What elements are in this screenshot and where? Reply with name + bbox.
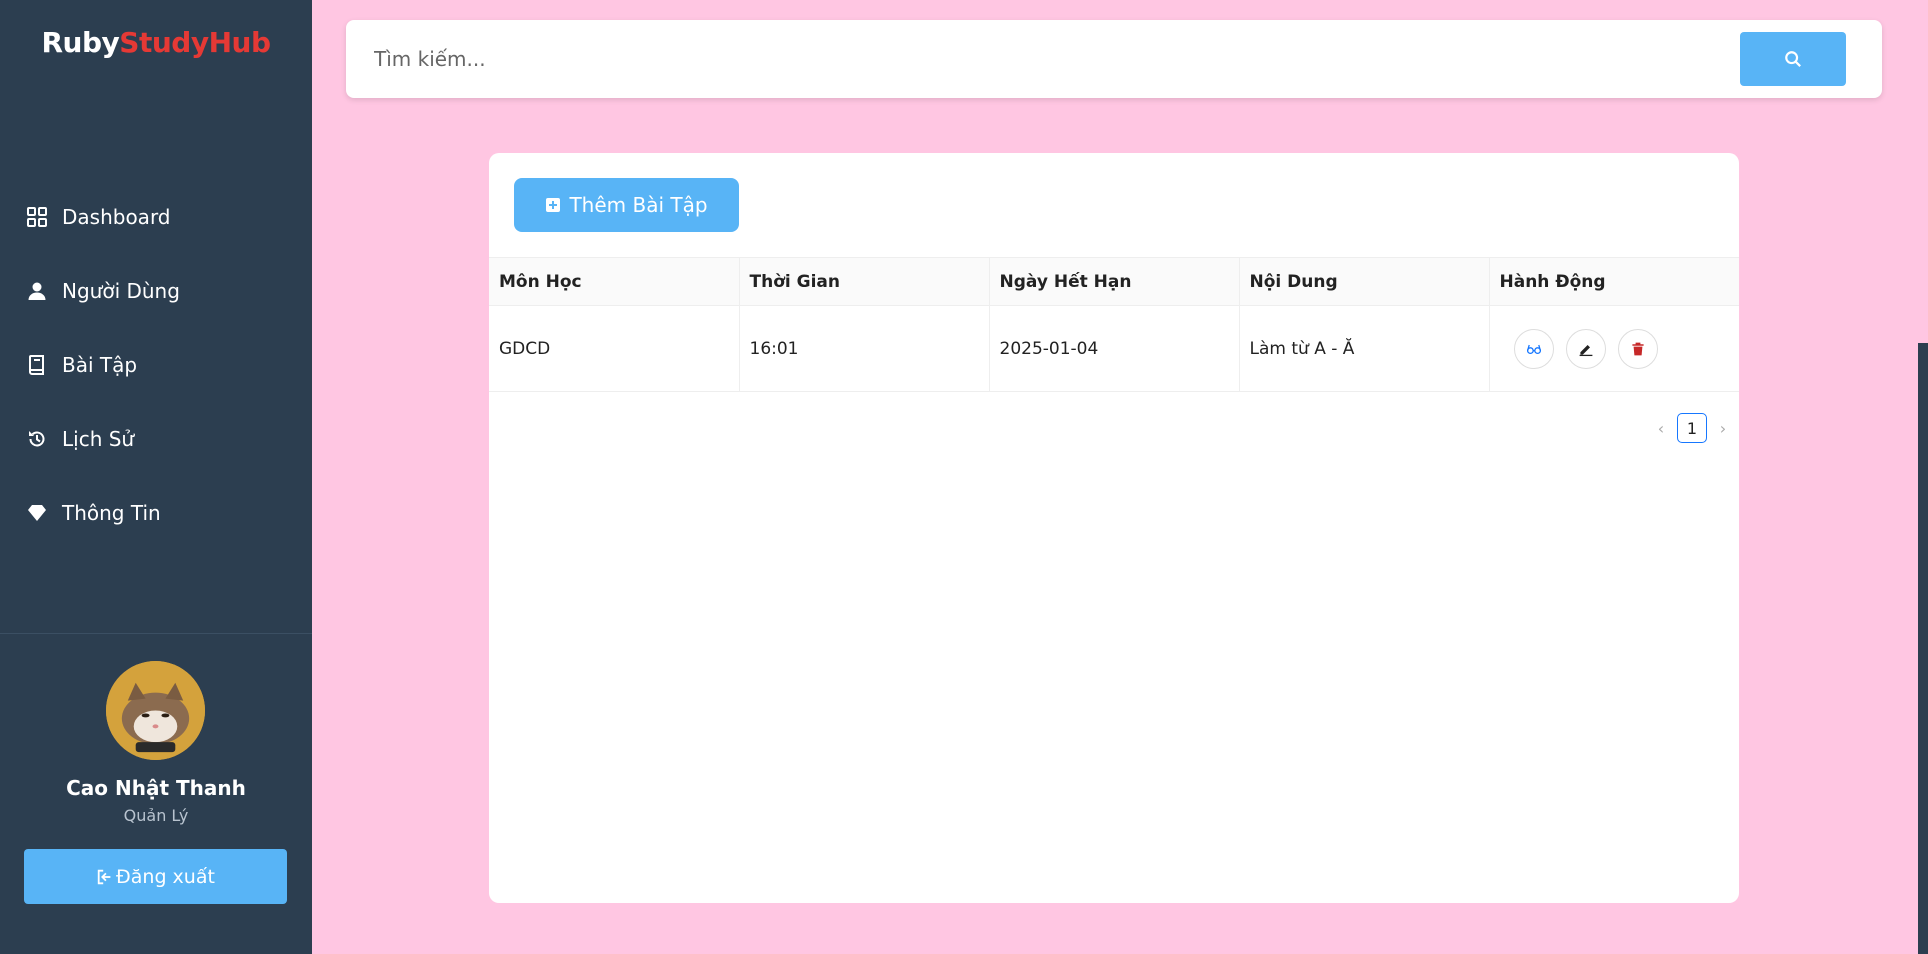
dashboard-icon — [26, 206, 48, 228]
sidebar-item-label: Lịch Sử — [62, 427, 135, 451]
logout-icon — [96, 868, 114, 886]
sidebar-item-exercises[interactable]: Bài Tập — [0, 328, 312, 402]
trash-icon — [1630, 341, 1646, 357]
book-icon — [26, 354, 48, 376]
add-exercise-button[interactable]: Thêm Bài Tập — [514, 178, 739, 232]
table-row: GDCD 16:01 2025-01-04 Làm từ A - Ă — [489, 305, 1739, 392]
next-page-icon[interactable]: › — [1715, 419, 1731, 438]
row-actions — [1500, 328, 1730, 369]
edit-button[interactable] — [1565, 328, 1606, 369]
cell-subject: GDCD — [489, 305, 740, 392]
logout-button[interactable]: Đăng xuất — [24, 849, 287, 904]
sidebar: RubyStudyHub Dashboard Người Dùng Bài Tậ… — [0, 0, 312, 954]
exercise-card: Thêm Bài Tập Môn Học Thời Gian Ngày Hết … — [489, 153, 1739, 903]
scrollbar[interactable] — [1918, 343, 1928, 954]
cell-actions — [1489, 305, 1739, 392]
user-name: Cao Nhật Thanh — [66, 776, 246, 800]
avatar — [106, 661, 205, 760]
history-icon — [26, 428, 48, 450]
user-icon — [26, 280, 48, 302]
sidebar-item-users[interactable]: Người Dùng — [0, 254, 312, 328]
glasses-icon — [1526, 341, 1542, 357]
sidebar-nav: Dashboard Người Dùng Bài Tập Lịch Sử Thô… — [0, 180, 312, 550]
exercise-table: Môn Học Thời Gian Ngày Hết Hạn Nội Dung … — [489, 257, 1739, 392]
table-header-row: Môn Học Thời Gian Ngày Hết Hạn Nội Dung … — [489, 257, 1739, 306]
sidebar-item-label: Thông Tin — [62, 501, 161, 525]
add-icon — [545, 197, 561, 213]
sidebar-divider — [0, 633, 312, 634]
sidebar-item-info[interactable]: Thông Tin — [0, 476, 312, 550]
view-button[interactable] — [1513, 328, 1554, 369]
search-button[interactable] — [1740, 32, 1846, 86]
pencil-icon — [1578, 341, 1594, 357]
search-input[interactable] — [374, 38, 1674, 80]
search-bar — [346, 20, 1882, 98]
column-header-actions: Hành Động — [1489, 257, 1739, 306]
brand-part1: Ruby — [41, 26, 120, 59]
diamond-icon — [26, 502, 48, 524]
add-exercise-label: Thêm Bài Tập — [569, 193, 708, 217]
page-number[interactable]: 1 — [1677, 413, 1707, 443]
cell-time: 16:01 — [739, 305, 990, 392]
logout-label: Đăng xuất — [116, 865, 215, 888]
pagination: ‹ 1 › — [1653, 413, 1731, 443]
sidebar-item-label: Bài Tập — [62, 353, 138, 377]
sidebar-item-history[interactable]: Lịch Sử — [0, 402, 312, 476]
sidebar-item-label: Dashboard — [62, 205, 171, 229]
brand-logo[interactable]: RubyStudyHub — [0, 26, 312, 59]
column-header-due-date[interactable]: Ngày Hết Hạn — [989, 257, 1240, 306]
cell-content: Làm từ A - Ă — [1239, 305, 1490, 392]
cell-due-date: 2025-01-04 — [989, 305, 1240, 392]
brand-part2: StudyHub — [119, 26, 271, 59]
column-header-subject[interactable]: Môn Học — [489, 257, 740, 306]
user-role: Quản Lý — [123, 806, 189, 825]
sidebar-item-dashboard[interactable]: Dashboard — [0, 180, 312, 254]
column-header-content[interactable]: Nội Dung — [1239, 257, 1490, 306]
prev-page-icon[interactable]: ‹ — [1653, 419, 1669, 438]
search-icon — [1784, 50, 1802, 68]
column-header-time[interactable]: Thời Gian — [739, 257, 990, 306]
sidebar-item-label: Người Dùng — [62, 279, 180, 303]
delete-button[interactable] — [1617, 328, 1658, 369]
